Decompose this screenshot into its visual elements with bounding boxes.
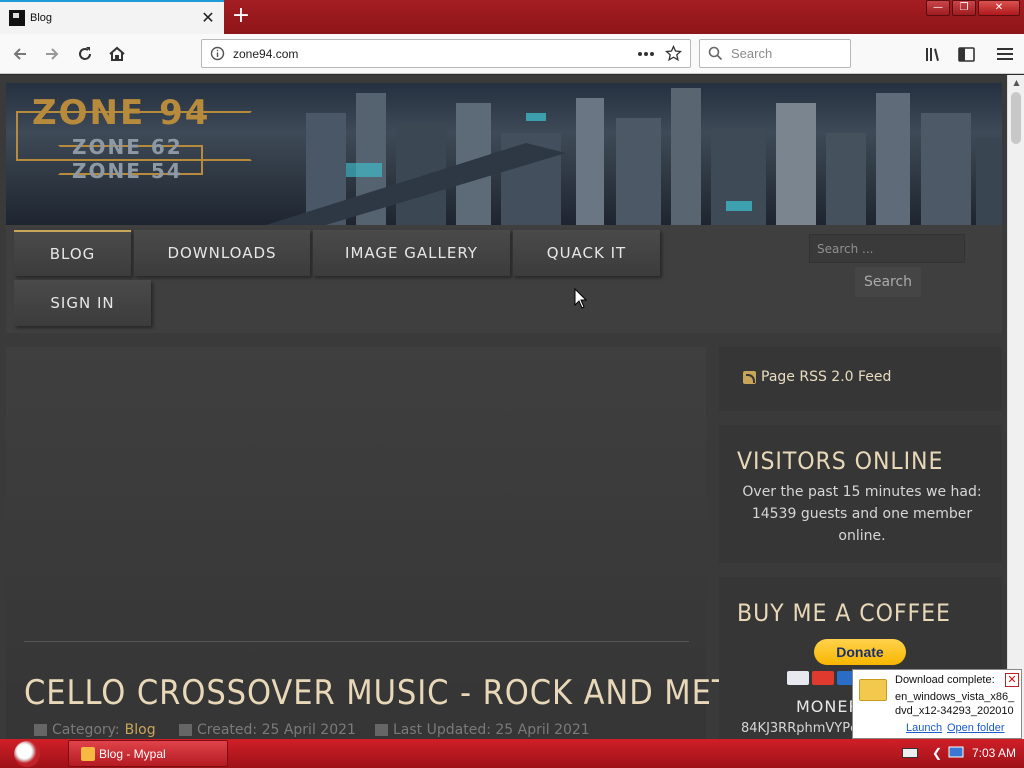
library-icon bbox=[926, 48, 939, 61]
site-search-input[interactable] bbox=[809, 234, 965, 263]
category-label: Category: bbox=[52, 722, 120, 738]
browser-tab[interactable]: Blog ✕ bbox=[0, 0, 224, 34]
new-tab-button[interactable]: + bbox=[229, 4, 253, 28]
rss-label: Page RSS 2.0 Feed bbox=[761, 369, 892, 385]
divider bbox=[24, 641, 689, 642]
reload-icon bbox=[79, 47, 91, 60]
tab-close-button[interactable]: ✕ bbox=[198, 8, 218, 28]
nav-sign-in[interactable]: SIGN IN bbox=[14, 280, 151, 326]
nav-quack-it[interactable]: QUACK IT bbox=[513, 230, 660, 276]
donate-button[interactable]: Donate bbox=[814, 639, 906, 665]
vertical-scrollbar[interactable]: ▲ bbox=[1007, 75, 1024, 739]
page-actions-icon[interactable] bbox=[637, 51, 655, 57]
site-favicon-icon bbox=[9, 10, 25, 26]
mypal-browser-icon bbox=[81, 746, 95, 761]
back-arrow-icon bbox=[13, 48, 26, 60]
site-logo-sub2: ZONE 54 bbox=[72, 159, 183, 183]
nav-image-gallery[interactable]: IMAGE GALLERY bbox=[313, 230, 510, 276]
browser-toolbar: zone94.com bbox=[0, 34, 1024, 74]
created-date: Created: 25 April 2021 bbox=[197, 722, 356, 738]
site-banner: ZONE 94 ZONE 62 ZONE 54 bbox=[6, 83, 1002, 225]
coffee-title: BUY ME A COFFEE bbox=[737, 599, 951, 627]
rss-icon bbox=[743, 370, 756, 384]
keyboard-icon[interactable] bbox=[902, 743, 918, 763]
sidebar-visitors-module: VISITORS ONLINE Over the past 15 minutes… bbox=[719, 425, 1002, 563]
folder-icon bbox=[34, 724, 47, 736]
download-filename: en_windows_vista_x86_dvd_x12-34293_20201… bbox=[895, 691, 1015, 717]
window-close-button[interactable]: ✕ bbox=[978, 0, 1020, 16]
category-link[interactable]: Blog bbox=[125, 722, 156, 738]
article-title[interactable]: CELLO CROSSOVER MUSIC - ROCK AND METAL bbox=[24, 673, 769, 713]
nav-blog[interactable]: BLOG bbox=[14, 230, 131, 276]
launch-link[interactable]: Launch bbox=[906, 722, 942, 734]
sidebar-rss-module: Page RSS 2.0 Feed bbox=[719, 347, 1002, 411]
menu-button[interactable] bbox=[993, 42, 1017, 66]
search-icon bbox=[708, 46, 723, 61]
mouse-cursor-icon bbox=[574, 288, 588, 309]
library-button[interactable] bbox=[922, 42, 946, 66]
site-nav: BLOG DOWNLOADS IMAGE GALLERY QUACK IT SI… bbox=[6, 225, 1002, 333]
folder-icon bbox=[859, 679, 887, 701]
rss-link[interactable]: Page RSS 2.0 Feed bbox=[743, 369, 891, 385]
taskbar-item-browser[interactable]: Blog - Mypal bbox=[68, 740, 228, 767]
scroll-up-arrow-icon[interactable]: ▲ bbox=[1008, 75, 1024, 90]
minimize-button[interactable]: — bbox=[926, 0, 950, 16]
back-button[interactable] bbox=[8, 42, 32, 66]
info-icon[interactable] bbox=[210, 46, 225, 61]
calendar-icon bbox=[179, 724, 192, 736]
taskbar: Blog - Mypal ❮ 7:03 AM bbox=[0, 739, 1024, 768]
visitors-title: VISITORS ONLINE bbox=[737, 447, 944, 475]
home-icon bbox=[109, 46, 125, 61]
scrollbar-thumb[interactable] bbox=[1011, 92, 1021, 144]
payment-cards bbox=[787, 671, 859, 685]
clock[interactable]: 7:03 AM bbox=[972, 743, 1016, 763]
download-complete-popup: Download complete: ✕ en_windows_vista_x8… bbox=[852, 669, 1022, 739]
open-folder-link[interactable]: Open folder bbox=[947, 722, 1004, 734]
sidebar-icon bbox=[957, 46, 975, 62]
start-button[interactable] bbox=[10, 739, 44, 768]
url-bar[interactable]: zone94.com bbox=[201, 39, 691, 68]
calendar-icon bbox=[375, 724, 388, 736]
site-search-button[interactable]: Search bbox=[855, 267, 921, 297]
bookmark-star-icon[interactable] bbox=[665, 45, 682, 62]
site-logo-sub1: ZONE 62 bbox=[72, 135, 183, 159]
network-icon[interactable] bbox=[948, 743, 964, 763]
nav-downloads[interactable]: DOWNLOADS bbox=[134, 230, 310, 276]
tray-expand-chevron-icon[interactable]: ❮ bbox=[932, 743, 942, 763]
forward-button[interactable] bbox=[40, 42, 64, 66]
start-orb-icon bbox=[14, 740, 40, 767]
hamburger-menu-icon bbox=[997, 48, 1013, 60]
popup-close-button[interactable]: ✕ bbox=[1005, 673, 1019, 687]
sidebar-toggle-button[interactable] bbox=[954, 42, 978, 66]
article-updated: Last Updated: 25 April 2021 bbox=[375, 722, 590, 738]
maximize-button[interactable]: ❐ bbox=[952, 0, 976, 16]
updated-date: Last Updated: 25 April 2021 bbox=[393, 722, 590, 738]
article-category: Category: Blog bbox=[34, 722, 156, 738]
monero-address[interactable]: 84KJ3RRphmVYPc bbox=[741, 721, 857, 736]
reload-button[interactable] bbox=[73, 42, 97, 66]
site-logo[interactable]: ZONE 94 bbox=[32, 93, 210, 133]
taskbar-item-label: Blog - Mypal bbox=[99, 746, 166, 761]
mastercard-icon bbox=[812, 671, 834, 685]
forward-arrow-icon bbox=[46, 48, 59, 60]
title-bar: Blog ✕ + — ❐ ✕ bbox=[0, 0, 1024, 34]
page-viewport: ZONE 94 ZONE 62 ZONE 54 BLOG DOWNLOADS I… bbox=[0, 75, 1007, 739]
url-text[interactable]: zone94.com bbox=[233, 47, 637, 61]
visa-icon bbox=[787, 671, 809, 685]
article-created: Created: 25 April 2021 bbox=[179, 722, 356, 738]
browser-search-bar[interactable] bbox=[699, 39, 851, 68]
visitors-text: Over the past 15 minutes we had: 14539 g… bbox=[742, 484, 982, 544]
download-title: Download complete: bbox=[895, 674, 995, 686]
home-button[interactable] bbox=[105, 42, 129, 66]
tab-title: Blog bbox=[30, 12, 53, 24]
browser-search-input[interactable] bbox=[731, 46, 841, 61]
